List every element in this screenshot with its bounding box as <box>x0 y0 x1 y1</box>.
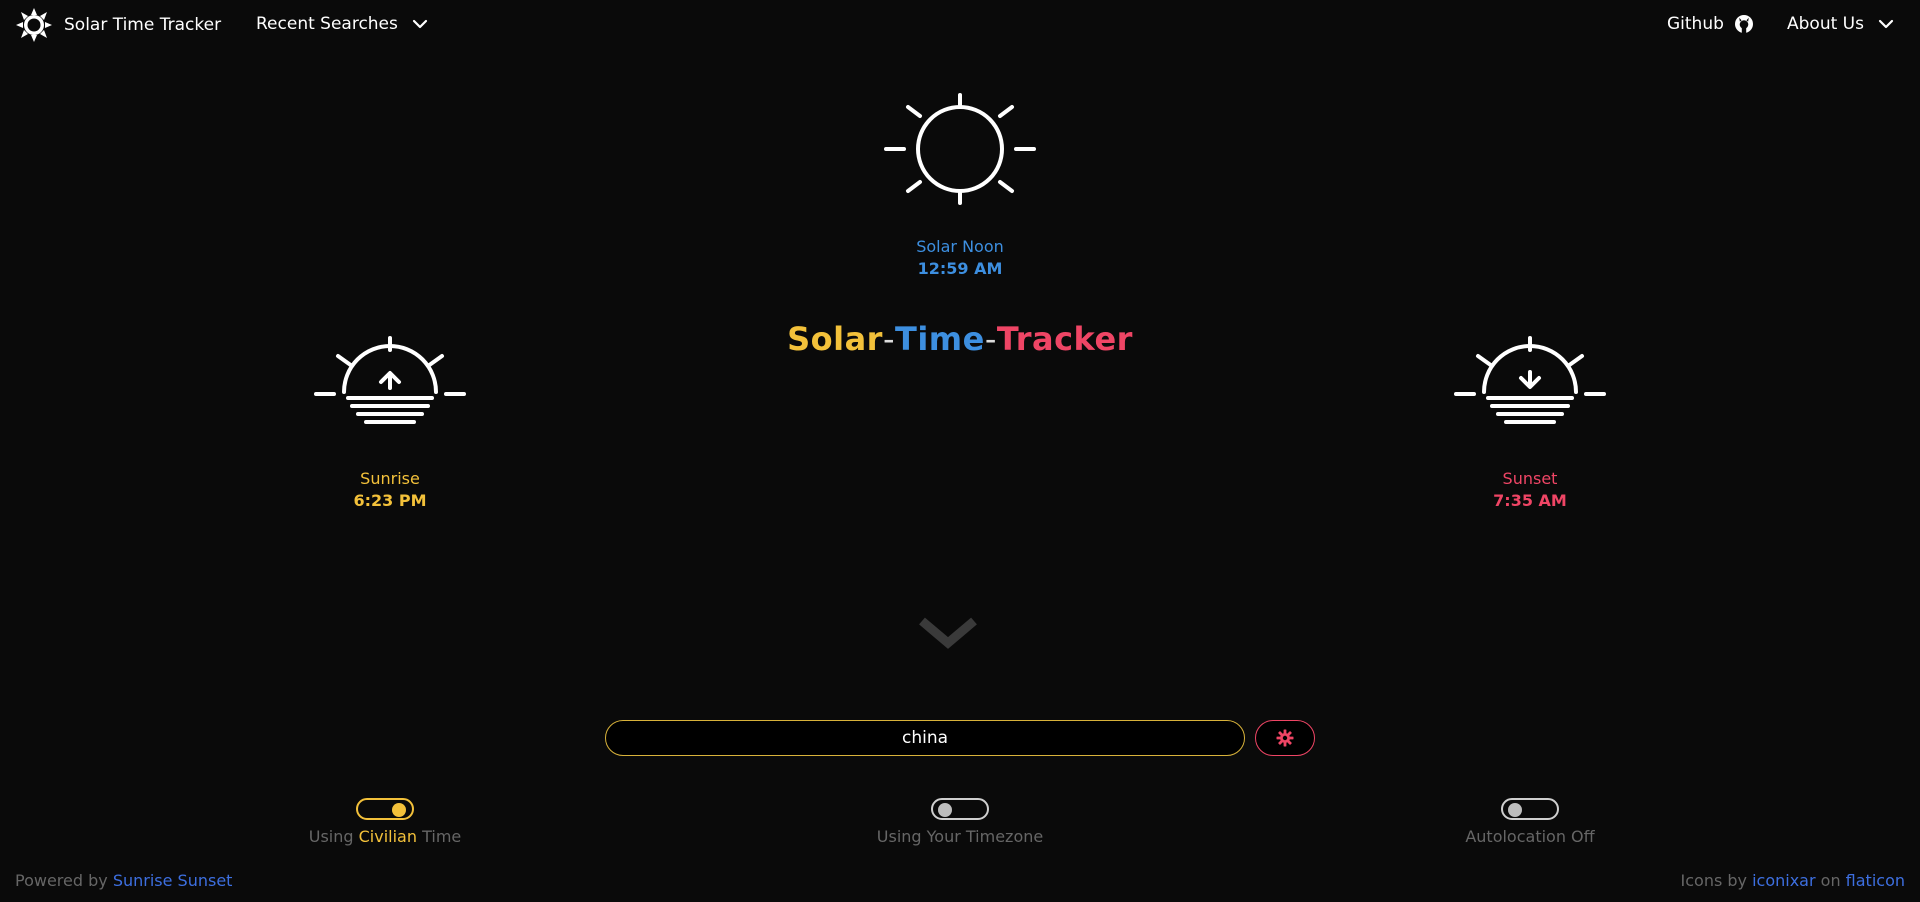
civilian-time-label: Using Civilian Time <box>235 826 535 848</box>
civilian-time-toggle-group: Using Civilian Time <box>235 798 535 848</box>
sun-gear-logo-icon <box>16 8 52 42</box>
recent-searches-dropdown[interactable]: Recent Searches <box>256 14 428 34</box>
sunset-icon <box>1454 336 1606 424</box>
timezone-label: Using Your Timezone <box>876 827 1044 846</box>
scroll-down-chevron-icon[interactable] <box>916 615 980 649</box>
brand-link[interactable]: Solar Time Tracker <box>14 8 221 42</box>
sunset-block: Sunset 7:35 AM <box>1380 468 1680 512</box>
toggle-knob <box>1508 803 1522 817</box>
timezone-toggle[interactable] <box>931 798 989 820</box>
location-search-input[interactable] <box>605 720 1245 756</box>
chevron-down-icon <box>1878 19 1894 29</box>
sunset-label: Sunset <box>1502 469 1558 488</box>
solar-noon-block: Solar Noon 12:59 AM <box>810 236 1110 280</box>
title-part-tracker: Tracker <box>996 320 1133 358</box>
toggle-label-suffix: Time <box>417 827 462 846</box>
sunset-time: 7:35 AM <box>1493 491 1567 510</box>
github-link[interactable]: Github <box>1667 14 1754 34</box>
github-label: Github <box>1667 14 1724 34</box>
icons-by-text: Icons by <box>1680 871 1753 890</box>
toggle-knob <box>392 803 406 817</box>
recent-searches-label: Recent Searches <box>256 14 398 34</box>
sunrise-sunset-link[interactable]: Sunrise Sunset <box>113 871 233 890</box>
title-separator: - <box>882 320 895 358</box>
page-title: Solar-Time-Tracker <box>660 320 1260 358</box>
about-us-label: About Us <box>1787 14 1864 34</box>
on-text: on <box>1815 871 1846 890</box>
chevron-down-icon <box>412 19 427 29</box>
sun-icon <box>884 93 1036 205</box>
github-icon <box>1734 15 1753 34</box>
autolocation-toggle-group: Autolocation Off <box>1380 798 1680 848</box>
timezone-toggle-group: Using Your Timezone <box>810 798 1110 848</box>
page: Solar Time Tracker Recent Searches Githu… <box>0 0 1920 902</box>
sunrise-block: Sunrise 6:23 PM <box>240 468 540 512</box>
title-separator: - <box>984 320 997 358</box>
iconixar-link[interactable]: iconixar <box>1752 871 1815 890</box>
powered-by-text: Powered by <box>15 871 113 890</box>
gear-icon <box>1276 729 1294 747</box>
sunrise-time: 6:23 PM <box>353 491 427 510</box>
toggle-label-highlight: Civilian <box>358 827 417 846</box>
toggle-label-prefix: Using <box>308 827 359 846</box>
footer-powered-by: Powered by Sunrise Sunset <box>15 871 232 890</box>
navbar: Solar Time Tracker Recent Searches Githu… <box>0 0 1920 50</box>
title-part-time: Time <box>894 320 985 358</box>
solar-noon-label: Solar Noon <box>916 237 1004 256</box>
brand-title: Solar Time Tracker <box>64 15 222 35</box>
search-button[interactable] <box>1255 720 1315 756</box>
toggle-knob <box>938 803 952 817</box>
footer-icons-credit: Icons by iconixar on flaticon <box>1681 871 1905 890</box>
sunrise-icon <box>314 336 466 424</box>
civilian-time-toggle[interactable] <box>356 798 414 820</box>
sunrise-label: Sunrise <box>360 469 420 488</box>
solar-noon-time: 12:59 AM <box>917 259 1003 278</box>
flaticon-link[interactable]: flaticon <box>1846 871 1905 890</box>
about-us-dropdown[interactable]: About Us <box>1787 14 1894 34</box>
autolocation-toggle[interactable] <box>1501 798 1559 820</box>
title-part-solar: Solar <box>787 320 883 358</box>
autolocation-label: Autolocation Off <box>1465 827 1595 846</box>
